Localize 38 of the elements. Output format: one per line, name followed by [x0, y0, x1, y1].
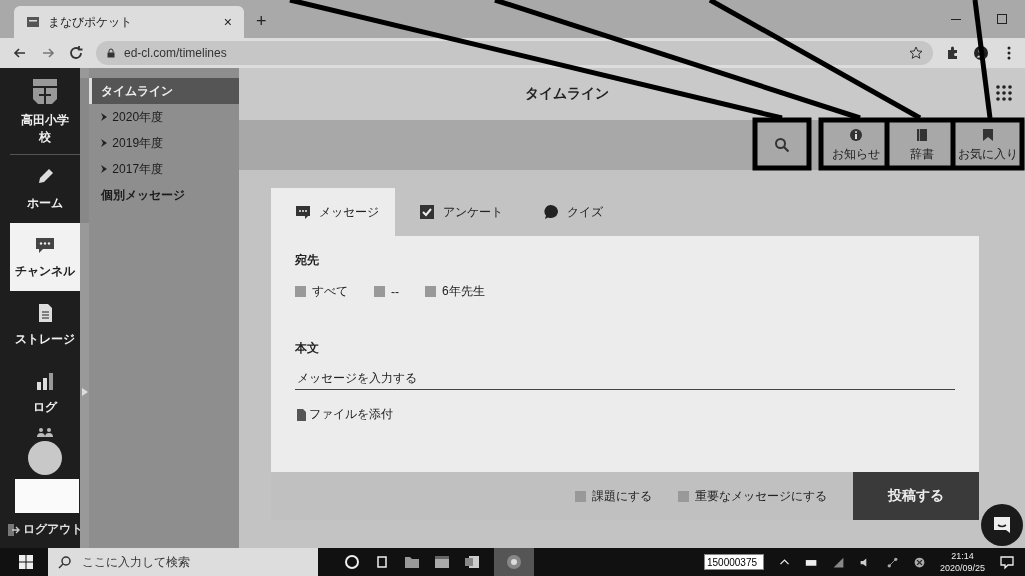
checkbox-label: 課題にする [592, 487, 652, 505]
nav-item[interactable]: ログ [10, 359, 80, 427]
message-input-field[interactable]: メッセージを入力する [295, 369, 955, 390]
taskbar-search-bar[interactable]: ここに入力して検索 [48, 548, 318, 576]
clock[interactable]: 21:14 2020/09/25 [939, 550, 985, 574]
sidebar-item[interactable]: 2020年度 [89, 104, 239, 130]
checkbox-label: 6年先生 [442, 283, 485, 300]
toolbar-button[interactable]: お知らせ [823, 122, 889, 168]
post-button[interactable]: 投稿する [853, 472, 979, 520]
new-tab-button[interactable]: + [244, 11, 279, 38]
toolbar-button[interactable]: お気に入り [955, 122, 1021, 168]
page-title: タイムライン [525, 85, 609, 103]
number-input-field[interactable]: 150000375 [703, 554, 764, 570]
school-name: 高田小学校 [20, 112, 70, 146]
sidebar-item[interactable]: 個別メッセージ [89, 182, 239, 208]
nav-item[interactable]: チャンネル [10, 223, 80, 291]
composer-tab[interactable]: アンケート [395, 188, 519, 236]
sidebar-item[interactable]: タイムライン [89, 78, 239, 104]
toolbar-button[interactable]: 辞書 [889, 122, 955, 168]
address-bar[interactable]: ed-cl.com/timelines [96, 41, 933, 65]
sidebar-item[interactable]: 2017年度 [89, 156, 239, 182]
tab-title: まなびポケット [48, 13, 133, 31]
nav-item[interactable]: ホーム [10, 155, 80, 223]
logout-label: ログアウト [22, 521, 83, 538]
attach-file-link[interactable]: ファイルを添付 [295, 406, 393, 423]
browser-tab[interactable]: まなびポケット × [14, 6, 244, 38]
sidebar-item[interactable]: 2019年度 [89, 130, 239, 156]
nav-item[interactable]: ストレージ [10, 291, 80, 359]
checkbox-label: 重要なメッセージにする [695, 487, 827, 505]
recipients-label: 宛先 [295, 252, 319, 269]
checkbox-label: すべて [312, 283, 348, 300]
logout-button[interactable]: ログアウト [7, 521, 83, 538]
taskbar-search-field[interactable]: ここに入力して検索 [80, 554, 300, 570]
close-tab-button[interactable]: × [223, 14, 232, 30]
body-label: 本文 [295, 340, 319, 357]
checkbox-label: -- [391, 284, 399, 299]
composer-tab[interactable]: メッセージ [271, 188, 395, 236]
composer-tab[interactable]: クイズ [519, 188, 643, 236]
